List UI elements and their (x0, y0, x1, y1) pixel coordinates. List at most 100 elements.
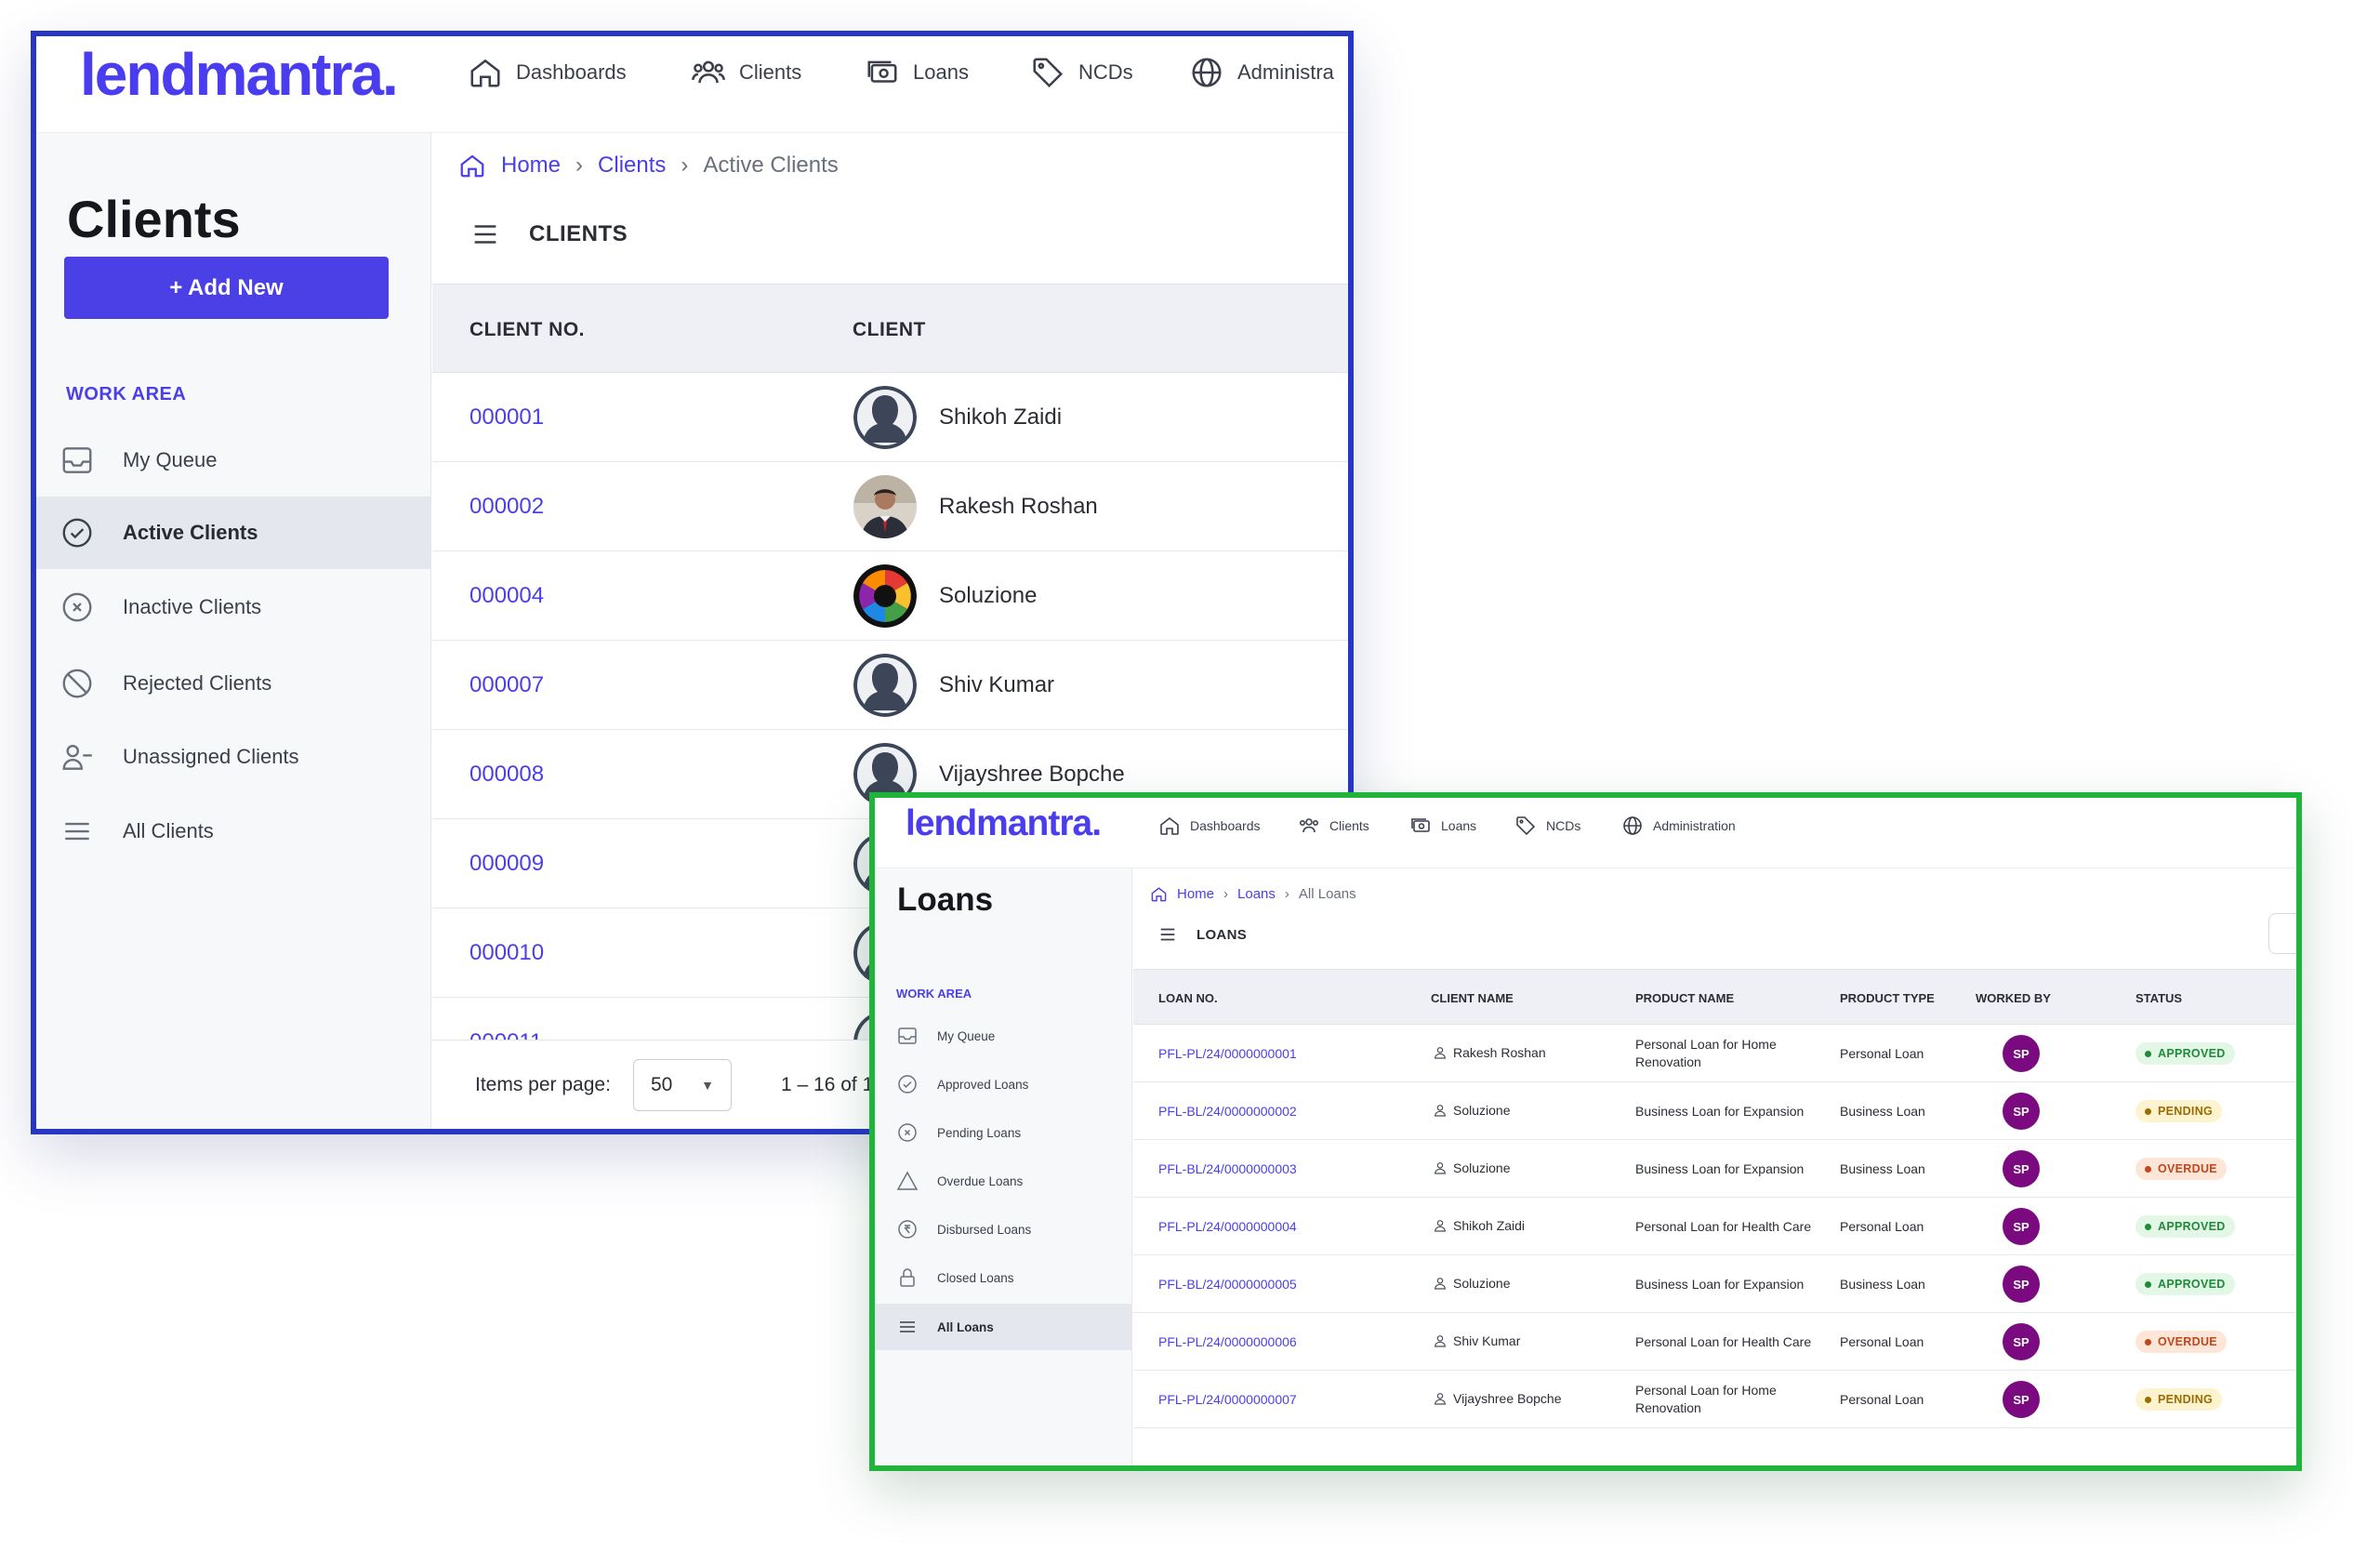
sidebar-item-my-queue[interactable]: My Queue (36, 424, 431, 497)
product-type: Personal Loan (1840, 1046, 1924, 1061)
breadcrumb-loans[interactable]: Loans (1237, 886, 1276, 902)
column-header[interactable]: CLIENT NO. (469, 319, 585, 341)
sidebar-item-all-loans[interactable]: All Loans (875, 1304, 1132, 1350)
nav-dashboards[interactable]: Dashboards (1158, 812, 1261, 840)
lock-icon (896, 1266, 919, 1289)
sidebar-item-active-clients[interactable]: Active Clients (36, 497, 431, 569)
column-header[interactable]: CLIENT NAME (1431, 991, 1514, 1005)
x-circle-icon (896, 1121, 919, 1144)
client-name-cell: Shiv Kumar (1433, 1333, 1520, 1348)
sidebar-item-my-queue[interactable]: My Queue (875, 1013, 1132, 1059)
table-row[interactable]: 000001 Shikoh Zaidi (432, 373, 1348, 462)
table-row[interactable]: PFL-PL/24/0000000007 Vijayshree Bopche Per… (1133, 1371, 2296, 1428)
sidebar-item-inactive-clients[interactable]: Inactive Clients (36, 571, 431, 643)
user-icon (1433, 1218, 1448, 1233)
home-icon[interactable] (458, 152, 486, 179)
nav-dashboards[interactable]: Dashboards (468, 49, 627, 96)
nav-ncds[interactable]: NCDs (1514, 812, 1580, 840)
status-dot (2145, 1396, 2151, 1403)
cash-icon (865, 55, 900, 90)
worker-avatar[interactable]: SP (2003, 1266, 2040, 1303)
table-row[interactable]: PFL-PL/24/0000000004 Shikoh Zaidi Personal… (1133, 1198, 2296, 1255)
client-name: Shikoh Zaidi (939, 404, 1063, 430)
chevron-right-icon: › (1284, 886, 1289, 902)
sidebar-item-overdue-loans[interactable]: Overdue Loans (875, 1158, 1132, 1204)
items-per-page-select[interactable]: 50 ▼ (633, 1059, 732, 1111)
nav-administration[interactable]: Administration (1621, 812, 1736, 840)
client-number-link[interactable]: 000007 (469, 672, 544, 698)
sidebar-item-label: My Queue (937, 1028, 996, 1043)
search-button[interactable] (2268, 913, 2296, 954)
column-header[interactable]: LOAN NO. (1158, 991, 1218, 1005)
loan-number-link[interactable]: PFL-PL/24/0000000007 (1158, 1392, 1297, 1407)
nav-label: Clients (1329, 818, 1369, 833)
status-dot (2145, 1107, 2151, 1115)
table-row[interactable]: PFL-PL/24/0000000001 Rakesh Roshan Persona… (1133, 1025, 2296, 1082)
sidebar-item-label: All Clients (123, 819, 214, 842)
loan-number-link[interactable]: PFL-BL/24/0000000003 (1158, 1161, 1297, 1176)
client-name: Vijayshree Bopche (939, 762, 1125, 787)
sidebar-item-all-clients[interactable]: All Clients (36, 795, 431, 868)
sidebar-item-closed-loans[interactable]: Closed Loans (875, 1254, 1132, 1301)
sidebar-item-disbursed-loans[interactable]: Disbursed Loans (875, 1206, 1132, 1253)
breadcrumb-clients[interactable]: Clients (598, 152, 666, 179)
sidebar-item-pending-loans[interactable]: Pending Loans (875, 1109, 1132, 1156)
product-name: Personal Loan for Health Care (1635, 1333, 1812, 1349)
table-row[interactable]: 000004 Soluzione (432, 551, 1348, 641)
table-row[interactable]: PFL-BL/24/0000000005 Soluzione Business Lo… (1133, 1255, 2296, 1313)
column-header[interactable]: PRODUCT NAME (1635, 991, 1734, 1005)
app-logo[interactable]: lendmantra. (80, 40, 399, 109)
table-row[interactable]: PFL-BL/24/0000000003 Soluzione Business Lo… (1133, 1140, 2296, 1198)
client-name: Shiv Kumar (939, 672, 1055, 697)
table-row[interactable]: 000002 Rakesh Roshan (432, 462, 1348, 551)
add-new-button[interactable]: + Add New (64, 257, 389, 319)
client-number-link[interactable]: 000004 (469, 583, 544, 609)
worker-avatar[interactable]: SP (2003, 1208, 2040, 1245)
client-name: Soluzione (1453, 1276, 1511, 1291)
loan-number-link[interactable]: PFL-BL/24/0000000005 (1158, 1277, 1297, 1292)
nav-clients[interactable]: Clients (1298, 812, 1369, 840)
home-icon[interactable] (1150, 885, 1168, 903)
section-header: LOANS (1157, 924, 1247, 945)
nav-ncds[interactable]: NCDs (1030, 49, 1133, 96)
table-row[interactable]: PFL-BL/24/0000000002 Soluzione Business Lo… (1133, 1082, 2296, 1140)
column-header[interactable]: CLIENT (853, 319, 926, 341)
nav-label: Dashboards (1190, 818, 1261, 833)
ban-icon (60, 666, 95, 701)
app-logo[interactable]: lendmantra. (906, 803, 1102, 844)
worker-avatar[interactable]: SP (2003, 1150, 2040, 1187)
status-label: PENDING (2158, 1105, 2214, 1118)
nav-loans[interactable]: Loans (865, 49, 969, 96)
breadcrumb-home[interactable]: Home (501, 152, 561, 179)
worker-avatar[interactable]: SP (2003, 1381, 2040, 1418)
loan-number-link[interactable]: PFL-BL/24/0000000002 (1158, 1104, 1297, 1119)
column-header[interactable]: WORKED BY (1976, 991, 2051, 1005)
loan-number-link[interactable]: PFL-PL/24/0000000001 (1158, 1046, 1297, 1061)
status-badge: OVERDUE (2135, 1158, 2227, 1180)
sidebar-item-approved-loans[interactable]: Approved Loans (875, 1061, 1132, 1107)
sidebar-item-rejected-clients[interactable]: Rejected Clients (36, 647, 431, 720)
client-number-link[interactable]: 000009 (469, 851, 544, 877)
breadcrumb-home[interactable]: Home (1177, 886, 1214, 902)
sidebar-item-unassigned-clients[interactable]: Unassigned Clients (36, 721, 431, 793)
nav-clients[interactable]: Clients (691, 49, 801, 96)
user-icon (1433, 1391, 1448, 1406)
loan-number-link[interactable]: PFL-PL/24/0000000004 (1158, 1219, 1297, 1234)
loan-number-link[interactable]: PFL-PL/24/0000000006 (1158, 1334, 1297, 1349)
table-row[interactable]: 000007 Shiv Kumar (432, 641, 1348, 730)
column-header[interactable]: STATUS (2135, 991, 2182, 1005)
sidebar-item-label: Pending Loans (937, 1125, 1022, 1140)
menu-icon[interactable] (469, 219, 501, 250)
worker-avatar[interactable]: SP (2003, 1323, 2040, 1360)
client-number-link[interactable]: 000001 (469, 404, 544, 431)
worker-avatar[interactable]: SP (2003, 1035, 2040, 1072)
table-row[interactable]: PFL-PL/24/0000000006 Shiv Kumar Personal L… (1133, 1313, 2296, 1371)
client-number-link[interactable]: 000010 (469, 940, 544, 966)
client-number-link[interactable]: 000008 (469, 762, 544, 788)
nav-loans[interactable]: Loans (1409, 812, 1476, 840)
nav-administration[interactable]: Administra (1189, 49, 1334, 96)
worker-avatar[interactable]: SP (2003, 1093, 2040, 1130)
client-number-link[interactable]: 000002 (469, 494, 544, 520)
menu-icon[interactable] (1157, 924, 1178, 945)
column-header[interactable]: PRODUCT TYPE (1840, 991, 1935, 1005)
